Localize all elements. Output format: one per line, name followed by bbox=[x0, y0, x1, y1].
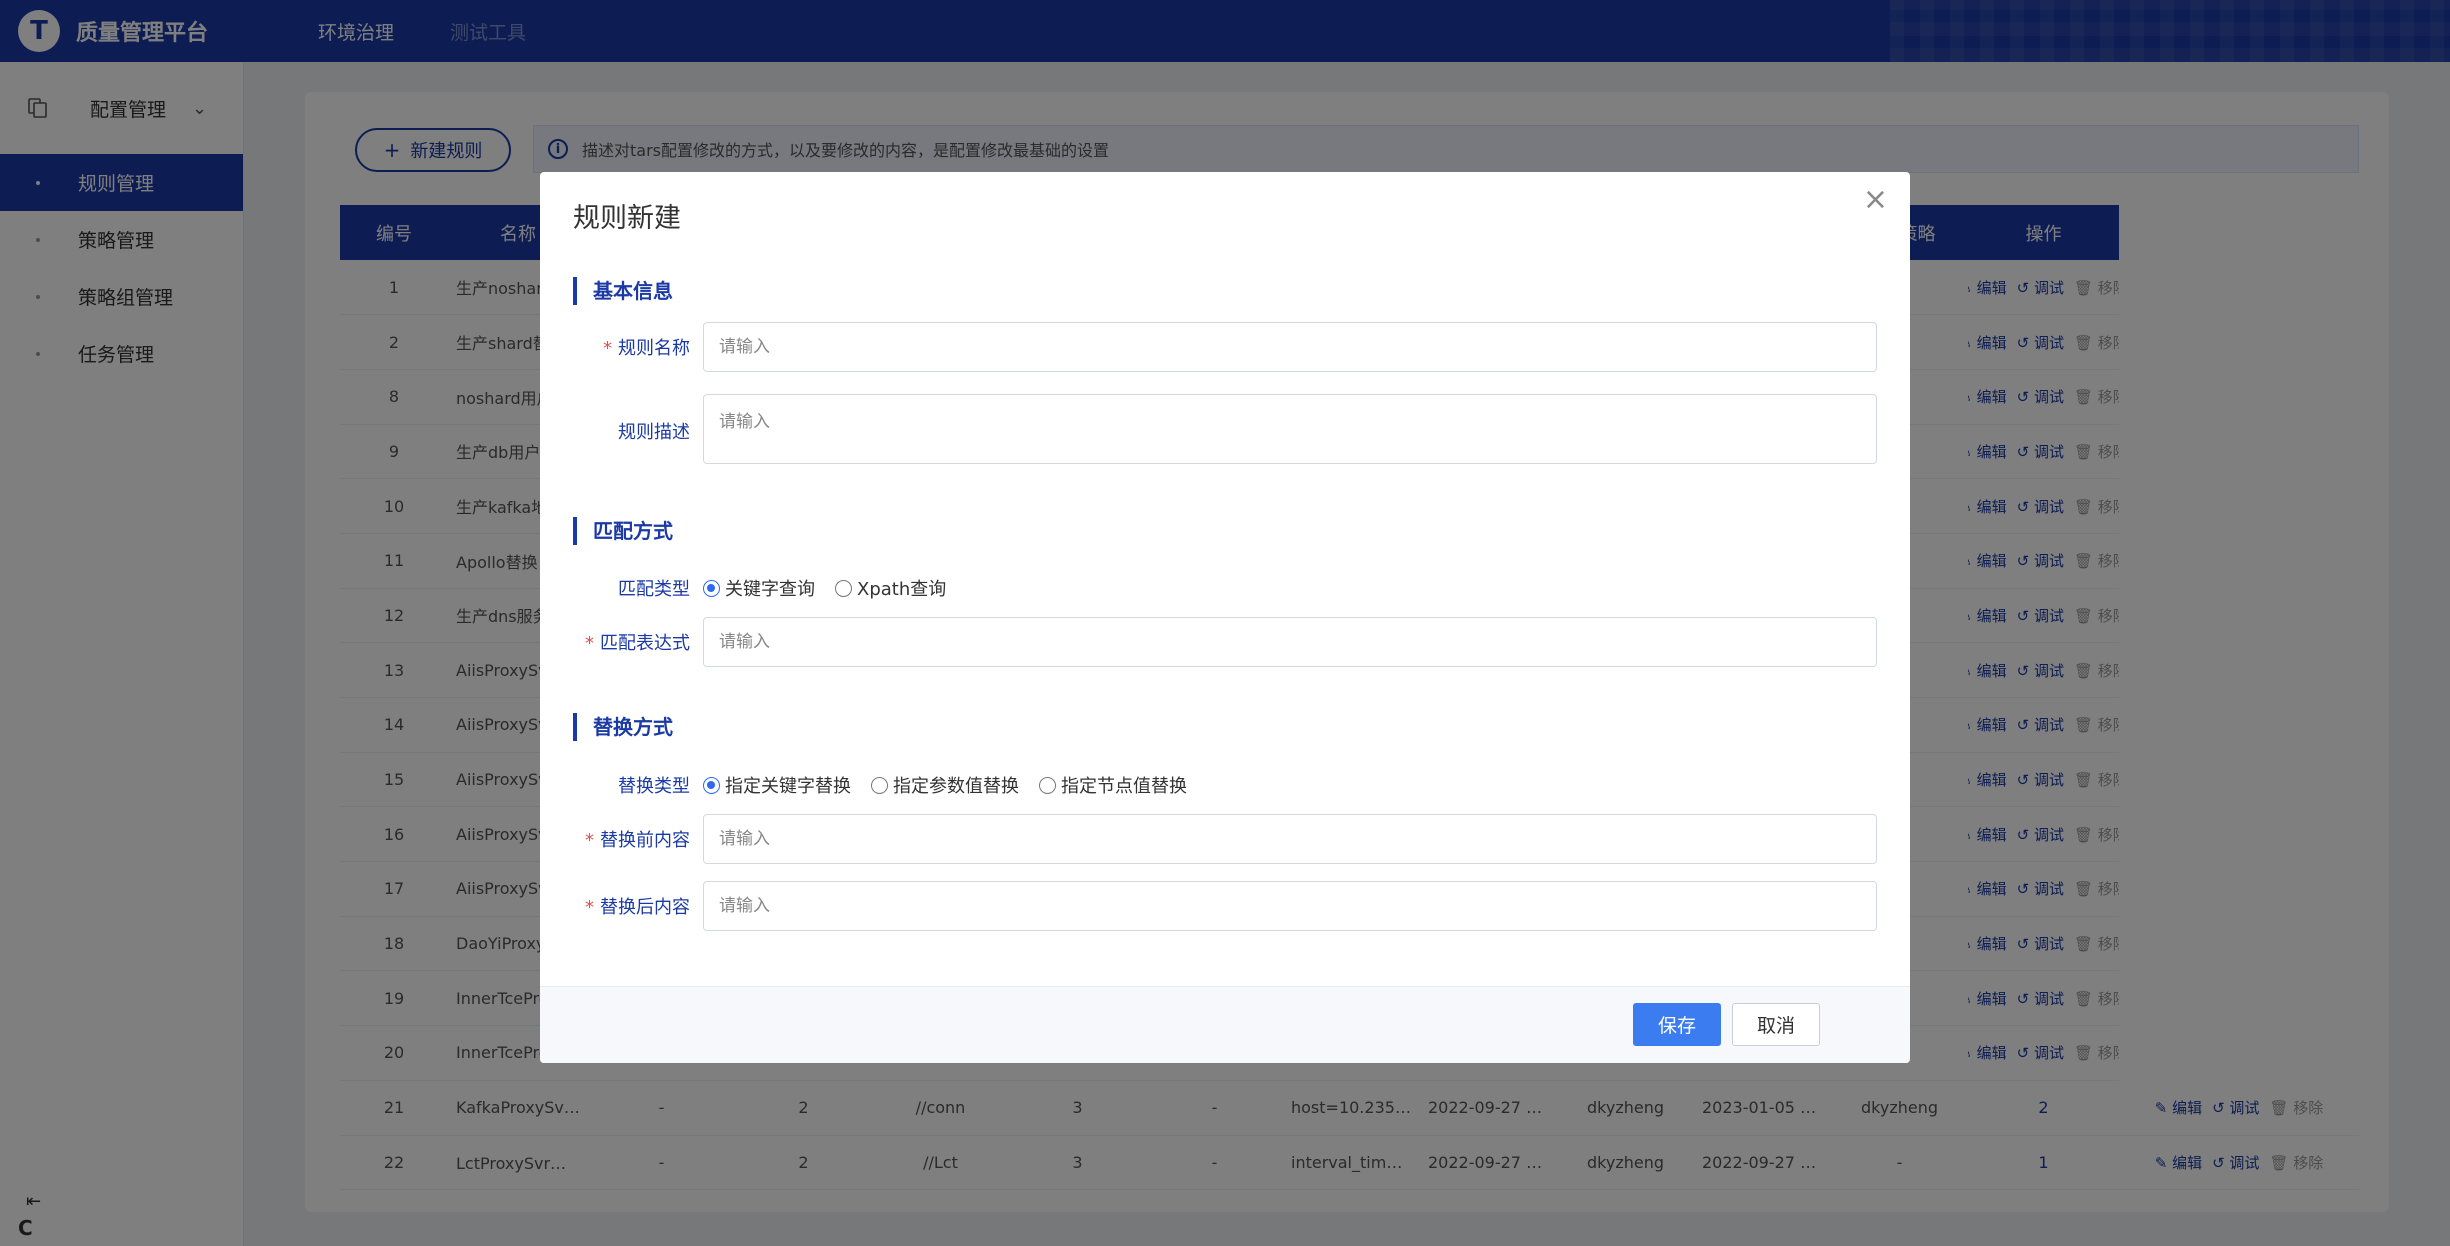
radio-keyword-replace[interactable]: 指定关键字替换 bbox=[703, 772, 851, 798]
match-type-radio-group: 关键字查询 Xpath查询 bbox=[703, 575, 966, 601]
dialog-footer: 保存 取消 bbox=[540, 986, 1910, 1063]
required-mark: * bbox=[603, 338, 612, 359]
rule-desc-textarea[interactable] bbox=[703, 394, 1877, 464]
match-expr-label: * 匹配表达式 bbox=[585, 633, 690, 654]
rule-desc-label: 规则描述 bbox=[618, 422, 690, 443]
match-type-label: 匹配类型 bbox=[618, 579, 690, 600]
required-mark: * bbox=[585, 830, 594, 851]
section-replace: 替换方式 bbox=[573, 713, 673, 741]
radio-xpath-query[interactable]: Xpath查询 bbox=[835, 575, 946, 601]
radio-unchecked-icon bbox=[871, 776, 888, 794]
match-expr-input[interactable] bbox=[703, 617, 1877, 667]
required-mark: * bbox=[585, 633, 594, 654]
section-match: 匹配方式 bbox=[573, 517, 673, 545]
radio-param-replace[interactable]: 指定参数值替换 bbox=[871, 772, 1019, 798]
rule-name-label: * 规则名称 bbox=[603, 338, 690, 359]
radio-unchecked-icon bbox=[1039, 776, 1056, 794]
replace-type-label: 替换类型 bbox=[618, 776, 690, 797]
radio-checked-icon bbox=[703, 579, 720, 597]
replace-type-radio-group: 指定关键字替换 指定参数值替换 指定节点值替换 bbox=[703, 772, 1207, 798]
replace-after-label: * 替换后内容 bbox=[585, 897, 690, 918]
save-button[interactable]: 保存 bbox=[1633, 1003, 1721, 1046]
radio-keyword-query[interactable]: 关键字查询 bbox=[703, 575, 815, 601]
radio-checked-icon bbox=[703, 776, 720, 794]
close-icon[interactable]: × bbox=[1863, 182, 1888, 217]
replace-before-input[interactable] bbox=[703, 814, 1877, 864]
replace-before-label: * 替换前内容 bbox=[585, 830, 690, 851]
required-mark: * bbox=[585, 897, 594, 918]
radio-unchecked-icon bbox=[835, 579, 852, 597]
dialog-title: 规则新建 bbox=[573, 203, 681, 234]
rule-name-input[interactable] bbox=[703, 322, 1877, 372]
new-rule-dialog: 规则新建 × 基本信息 *规则名称 规则描述 匹配方式 匹配类型 关键字查询 X… bbox=[540, 172, 1910, 1063]
section-basic: 基本信息 bbox=[573, 277, 673, 305]
cancel-button[interactable]: 取消 bbox=[1732, 1003, 1820, 1046]
replace-after-input[interactable] bbox=[703, 881, 1877, 931]
radio-node-replace[interactable]: 指定节点值替换 bbox=[1039, 772, 1187, 798]
